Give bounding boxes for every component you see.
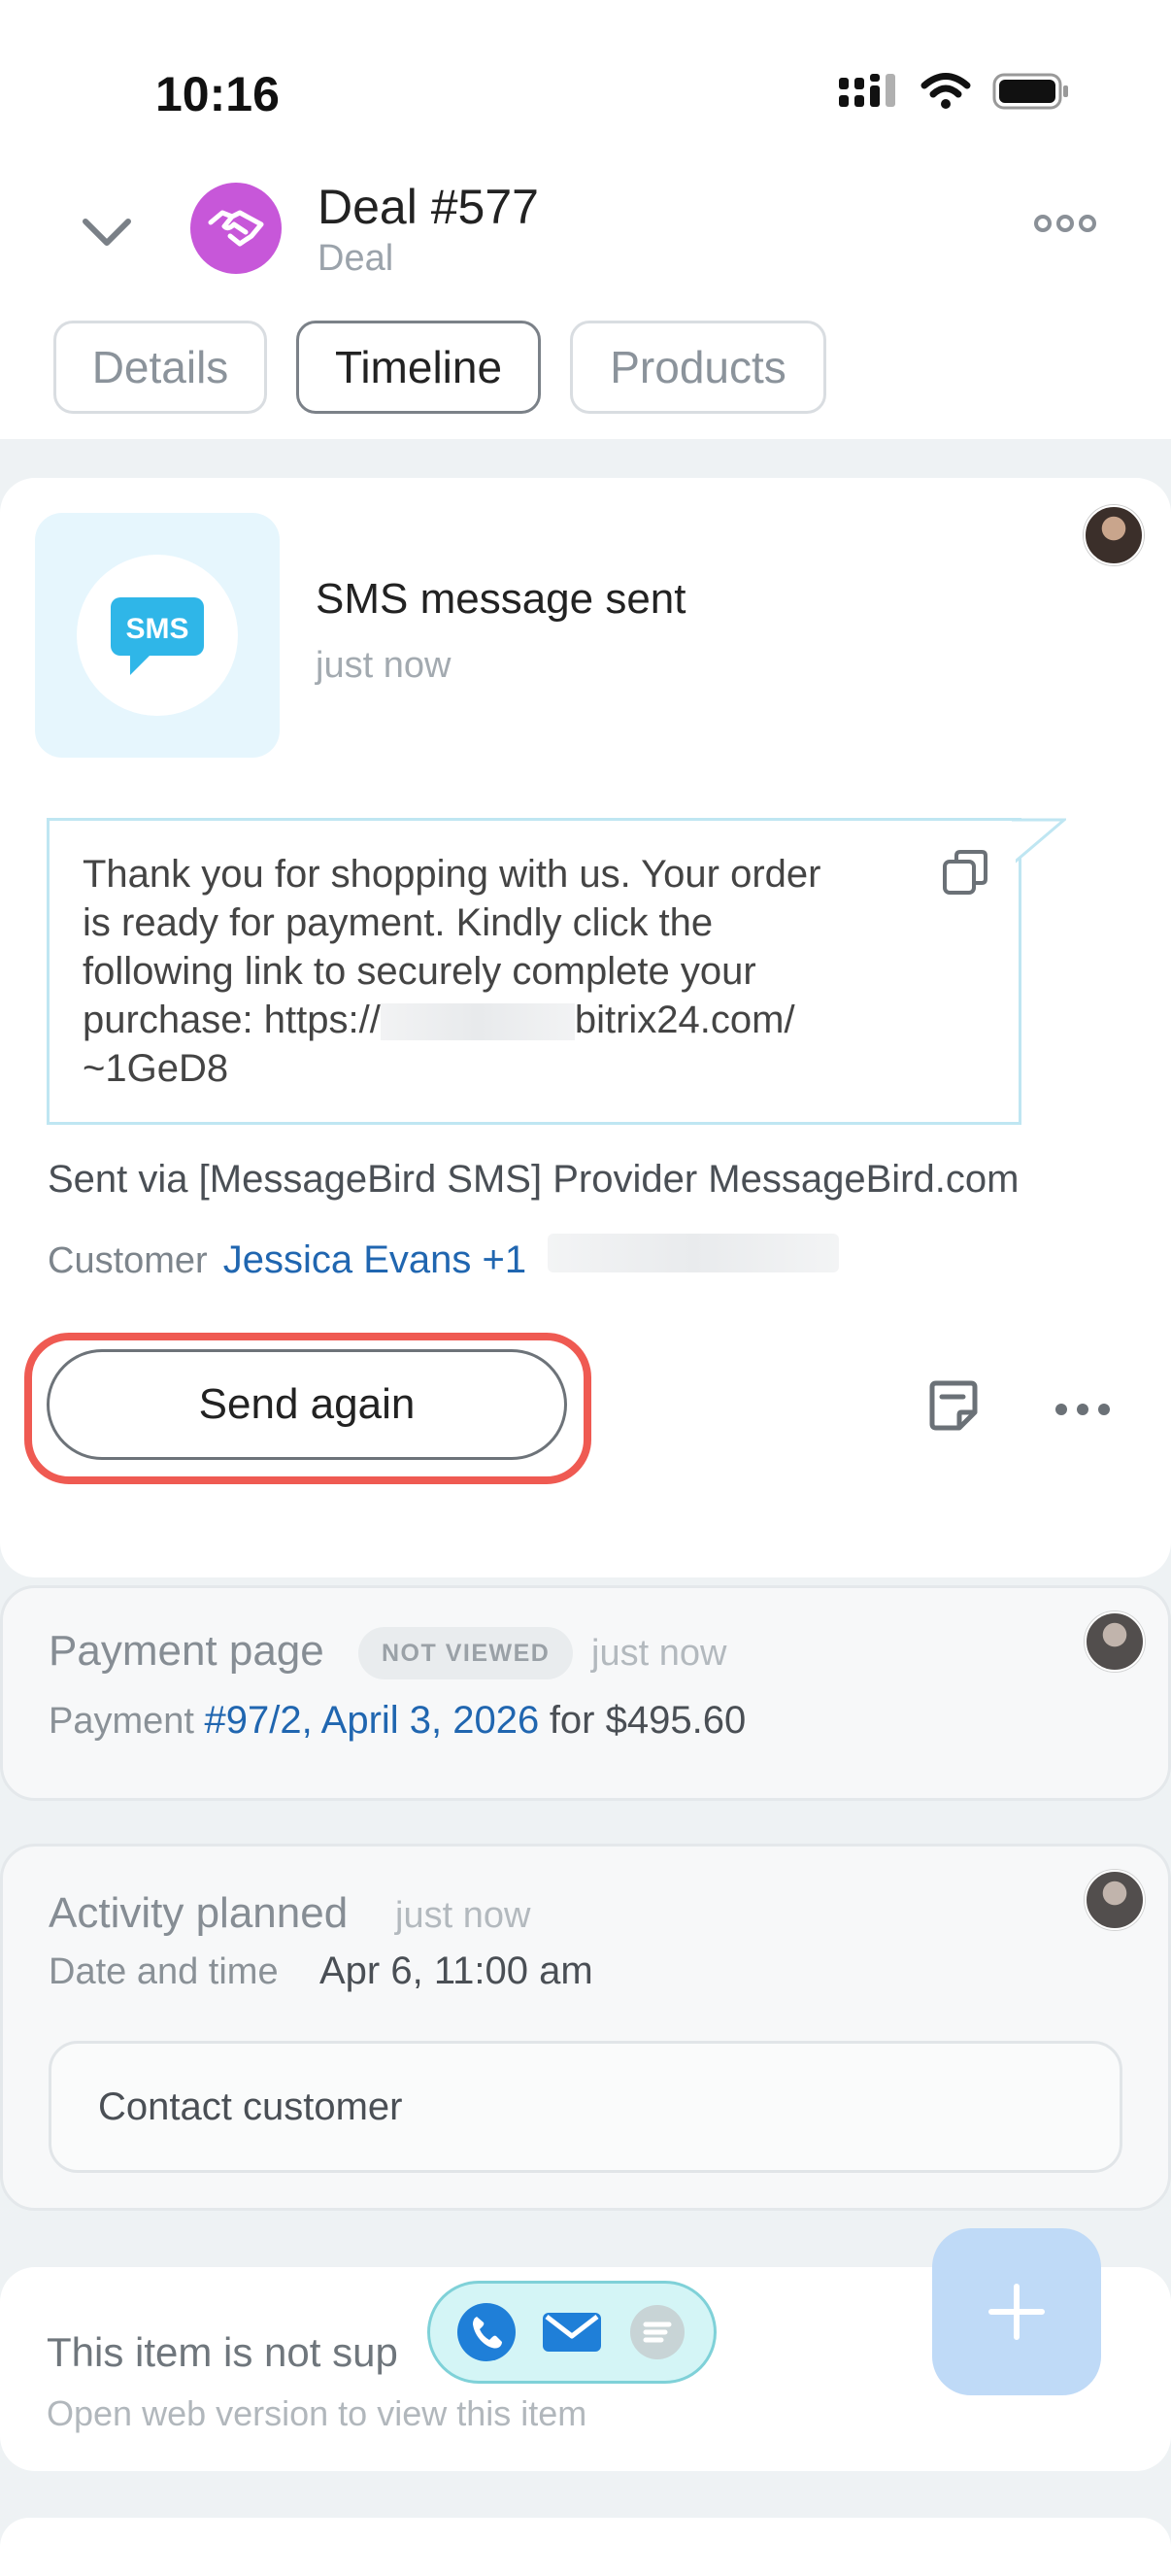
not-viewed-badge: NOT VIEWED — [358, 1627, 574, 1679]
unsupported-title: This item is not sup — [47, 2329, 398, 2375]
add-button[interactable] — [932, 2228, 1101, 2395]
payment-time: just now — [591, 1633, 727, 1674]
payment-link[interactable]: #97/2, April 3, 2026 — [205, 1699, 540, 1742]
wifi-icon — [920, 73, 971, 109]
user-avatar[interactable] — [1085, 1870, 1145, 1930]
mail-icon[interactable] — [541, 2309, 603, 2356]
user-avatar[interactable] — [1084, 505, 1144, 565]
deal-avatar — [190, 183, 282, 274]
sms-card: SMS SMS message sent just now Thank you … — [0, 478, 1171, 1577]
sms-tile: SMS — [35, 513, 280, 758]
more-options-icon[interactable] — [1033, 214, 1097, 233]
payment-amount: for $495.60 — [549, 1699, 747, 1742]
tab-details[interactable]: Details — [53, 321, 267, 414]
message-line: purchase: https://bitrix24.com/ — [83, 999, 795, 1041]
message-line: following link to securely complete your — [83, 950, 756, 993]
redacted-domain — [380, 1003, 575, 1041]
date-label: Date and time — [49, 1951, 279, 1992]
collapse-chevron-icon[interactable] — [78, 202, 136, 260]
activity-title: Activity planned — [49, 1889, 349, 1937]
payment-card[interactable]: Payment page NOT VIEWED just now Payment… — [0, 1585, 1171, 1801]
activity-time: just now — [395, 1895, 531, 1936]
customer-label: Customer — [48, 1240, 208, 1281]
message-text: Thank you for shopping with us. Your ord… — [83, 850, 937, 1093]
message-line: Thank you for shopping with us. Your ord… — [83, 853, 821, 896]
tab-bar: Details Timeline Products — [53, 321, 826, 414]
deal-subtitle: Deal — [318, 238, 394, 279]
customer-row: Customer Jessica Evans +1 — [48, 1234, 840, 1282]
sms-title: SMS message sent — [316, 575, 686, 623]
sms-icon-label: SMS — [125, 613, 188, 645]
card-more-icon[interactable] — [1054, 1403, 1111, 1416]
status-time: 10:16 — [155, 67, 280, 121]
sms-time: just now — [316, 645, 452, 686]
redacted-phone — [548, 1234, 840, 1272]
plus-icon — [988, 2284, 1045, 2340]
handshake-icon — [208, 210, 264, 247]
battery-icon — [992, 73, 1068, 110]
tab-products[interactable]: Products — [570, 321, 826, 414]
unsupported-subtitle: Open web version to view this item — [47, 2393, 587, 2433]
deal-title: Deal #577 — [318, 180, 539, 234]
activity-task[interactable]: Contact customer — [49, 2041, 1122, 2173]
sms-icon: SMS — [111, 597, 204, 675]
chat-icon[interactable] — [626, 2301, 688, 2363]
message-line: is ready for payment. Kindly click the — [83, 901, 714, 944]
quick-actions-bar — [427, 2281, 717, 2384]
date-value: Apr 6, 11:00 am — [319, 1949, 593, 1992]
send-again-button[interactable]: Send again — [47, 1349, 567, 1460]
message-line: ~1GeD8 — [83, 1047, 229, 1090]
activity-card[interactable]: Activity planned just now Date and time … — [0, 1844, 1171, 2211]
next-card-edge — [0, 2518, 1171, 2576]
tab-timeline[interactable]: Timeline — [296, 321, 541, 414]
copy-icon[interactable] — [941, 848, 989, 897]
status-icons — [839, 72, 1070, 111]
payment-line: Payment #97/2, April 3, 2026 for $495.60 — [49, 1699, 747, 1742]
user-avatar[interactable] — [1085, 1611, 1145, 1672]
phone-icon[interactable] — [455, 2301, 518, 2363]
payment-title: Payment page — [49, 1627, 324, 1675]
sent-via-text: Sent via [MessageBird SMS] Provider Mess… — [48, 1158, 1020, 1201]
customer-link[interactable]: Jessica Evans +1 — [223, 1238, 526, 1282]
bubble-tail — [1012, 818, 1066, 866]
note-icon[interactable] — [928, 1379, 979, 1432]
message-bubble: Thank you for shopping with us. Your ord… — [47, 818, 1021, 1125]
cellular-signal-icon — [839, 74, 895, 107]
